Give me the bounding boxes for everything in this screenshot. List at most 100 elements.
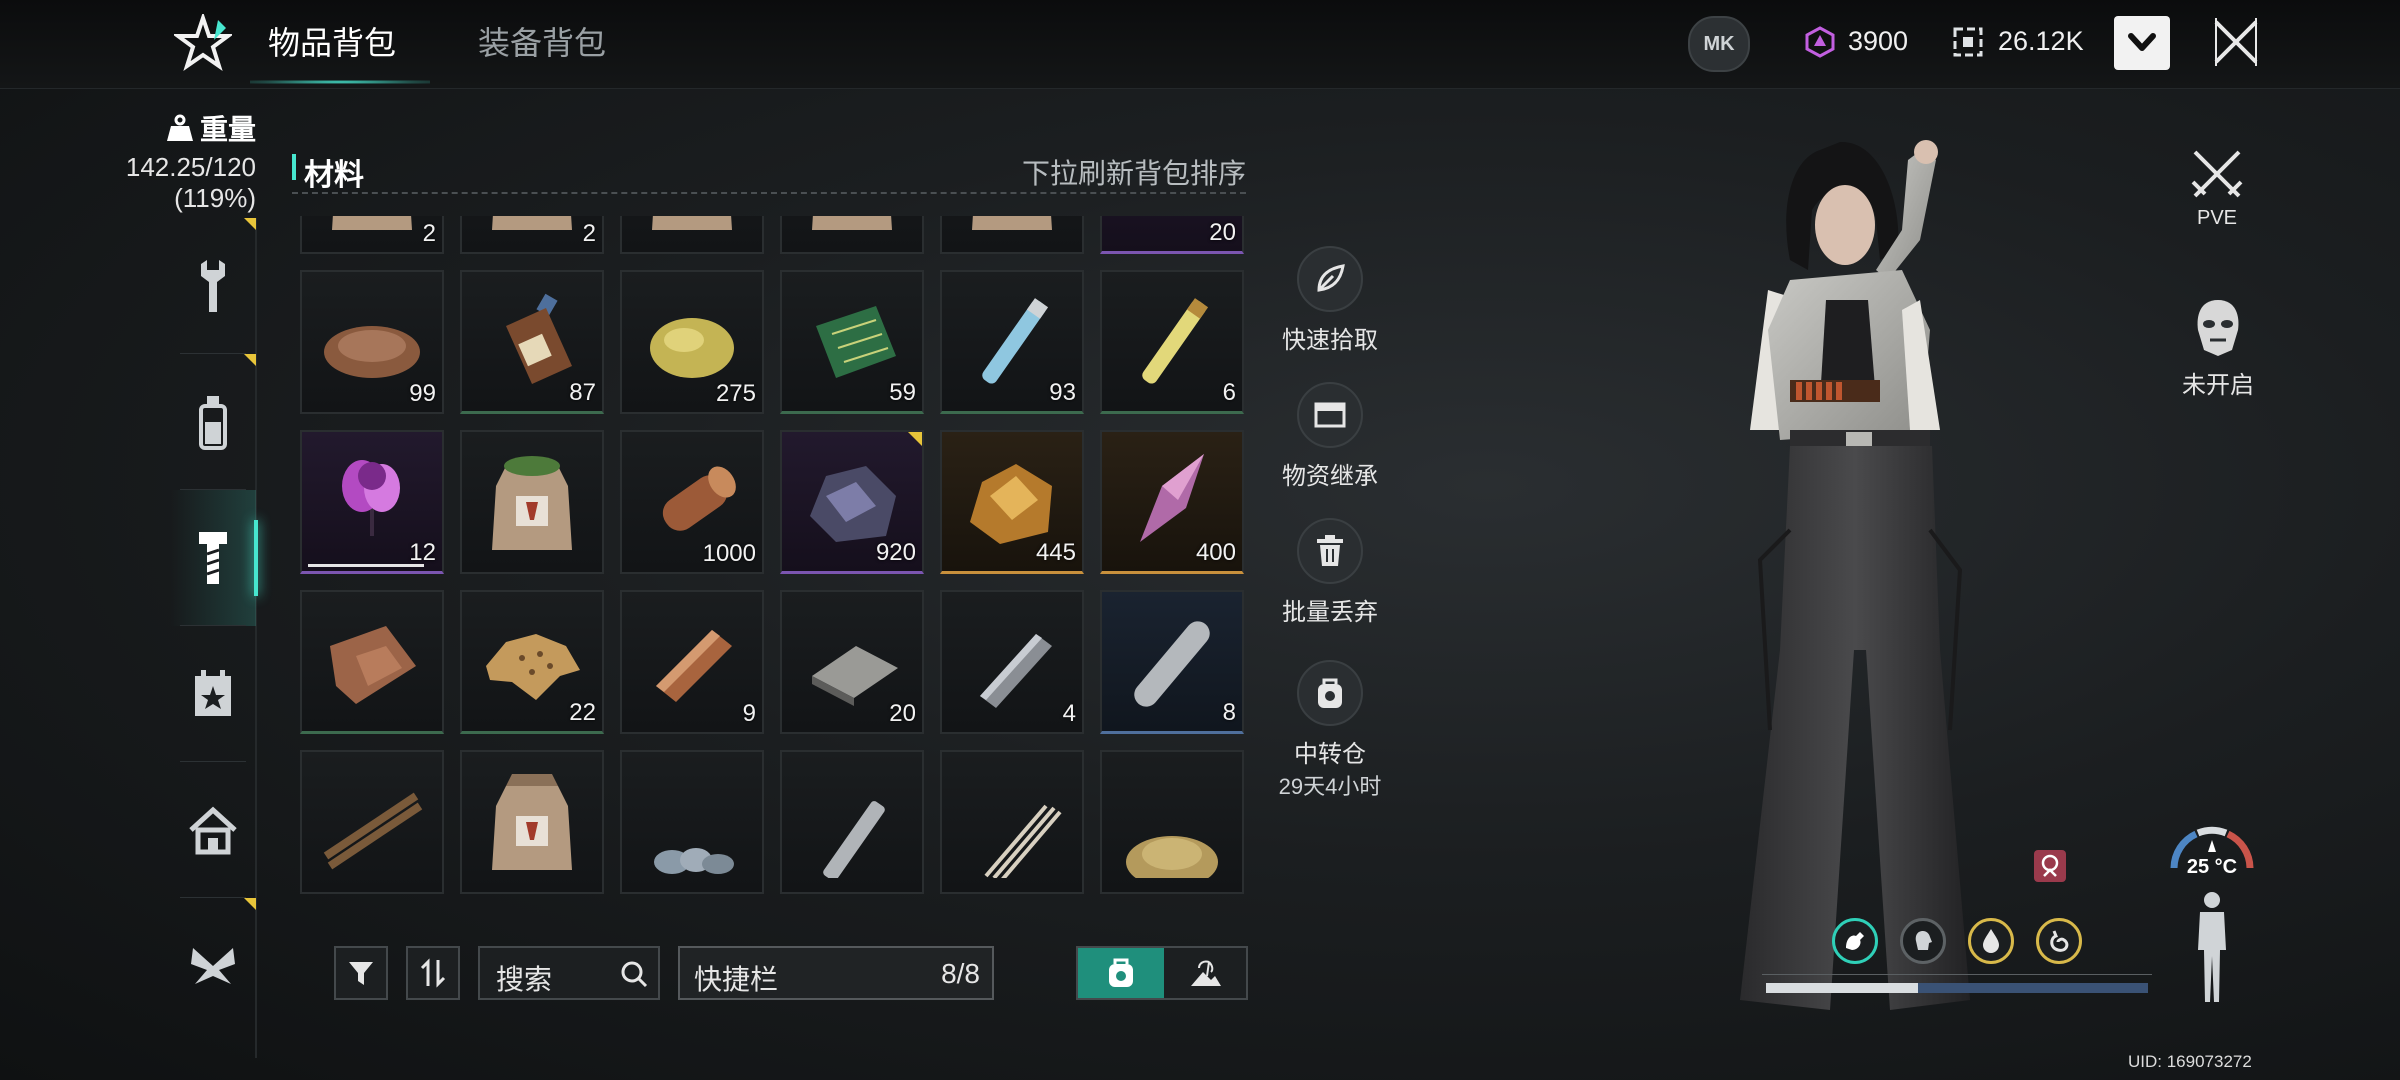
toggle-island[interactable] [1164,948,1248,998]
inventory-slot[interactable] [460,750,604,894]
category-events[interactable] [170,626,256,762]
credit-currency-value: 26.12K [1998,26,2084,56]
inventory-slot[interactable] [940,750,1084,894]
inventory-slot[interactable]: 22 [460,590,604,734]
toggle-backpack[interactable] [1078,948,1164,998]
sort-button[interactable] [406,946,460,1000]
item-count: 93 [1049,379,1076,406]
item-count: 99 [409,380,436,407]
tube-icon [823,801,885,878]
inventory-slot[interactable] [620,216,764,254]
inventory-slot[interactable]: 445 [940,430,1084,574]
inherit-supplies-button[interactable]: 物资继承 [1260,382,1400,491]
thirst-status-icon[interactable] [1968,918,2014,964]
sack-icon [652,216,732,230]
inventory-slot[interactable] [620,750,764,894]
stamina-status-icon[interactable] [1832,918,1878,964]
body-status-icon[interactable] [2192,890,2232,1008]
water-drop-icon [1983,929,1999,953]
transit-time-remaining: 29天4小时 [1278,774,1382,799]
filter-button[interactable] [334,946,388,1000]
section-title: 材料 [304,159,364,192]
search-input[interactable]: 搜索 [478,946,660,1000]
transit-warehouse-button[interactable]: 中转仓 29天4小时 [1260,660,1400,801]
mood-status-icon[interactable] [1900,918,1946,964]
copper-ingot-icon [656,630,732,702]
inventory-slot[interactable] [780,216,924,254]
bulk-discard-button[interactable]: 批量丢弃 [1260,518,1400,627]
inventory-slot[interactable]: 4 [940,590,1084,734]
inventory-slot[interactable]: 6 [1100,270,1244,414]
mask-status-label: 未开启 [2182,372,2254,399]
inventory-slot[interactable]: 8 [1100,590,1244,734]
bulk-discard-label: 批量丢弃 [1282,599,1378,626]
weight-icon [166,114,193,141]
inventory-slot[interactable]: 20 [1100,216,1244,254]
inventory-slot[interactable]: 275 [620,270,764,414]
buff-icon[interactable] [2034,850,2066,882]
inventory-slot[interactable]: 400 [1100,430,1244,574]
inventory-slot[interactable]: 99 [300,270,444,414]
item-count: 275 [715,380,756,407]
category-tools[interactable] [170,218,256,354]
category-consumables[interactable] [170,354,256,490]
temperature-value: 25 °C [2186,856,2238,878]
hunger-status-icon[interactable] [2036,918,2082,964]
inventory-slot[interactable] [940,216,1084,254]
pve-mode-button[interactable]: PVE [2184,148,2250,230]
inventory-slot[interactable]: 20 [780,590,924,734]
inventory-grid[interactable]: 2 2 20 99 87 275 59 93 6 12 1000 920 445 400 22 9 20 4 8 [300,216,1252,898]
tab-equipment-bag[interactable]: 装备背包 [478,20,606,70]
inventory-slot[interactable]: 87 [460,270,604,414]
bag-source-toggle[interactable] [1076,946,1248,1000]
dropdown-button[interactable] [2114,16,2170,70]
inventory-slot[interactable] [460,430,604,574]
sack-icon [812,216,892,230]
wrench-icon [201,260,225,312]
user-id: UID: 169073272 [2128,1052,2252,1071]
weight-value: 142.25/120 [125,152,256,182]
search-icon [621,961,648,988]
inventory-slot[interactable]: 93 [940,270,1084,414]
sack-icon [972,216,1052,230]
category-building[interactable] [170,762,256,898]
island-icon [1191,960,1221,986]
seed-sack-icon [492,456,572,550]
inventory-slot[interactable]: 59 [780,270,924,414]
item-count: 9 [742,700,756,727]
item-count: 8 [1222,699,1236,726]
mask-status-button[interactable]: 未开启 [2170,296,2266,400]
category-faction[interactable] [170,898,256,1034]
status-divider [1762,974,2152,975]
stones-icon [654,848,734,874]
metal-rod-icon [1134,621,1210,707]
inventory-slot[interactable] [300,750,444,894]
backpack-icon [1109,958,1133,987]
inventory-slot[interactable]: 9 [620,590,764,734]
inventory-slot[interactable] [1100,750,1244,894]
inventory-slot[interactable]: 2 [300,216,444,254]
mk-button[interactable]: MK [1688,16,1750,72]
sack-icon [492,216,572,230]
inventory-slot[interactable]: 2 [460,216,604,254]
inventory-slot[interactable]: 920 [780,430,924,574]
bottle-icon [199,396,227,450]
close-icon[interactable] [2208,14,2264,70]
inventory-slot[interactable] [300,590,444,734]
hotbar-button[interactable]: 快捷栏 8/8 [678,946,994,1000]
mask-face-icon [2197,300,2239,356]
category-materials[interactable] [170,490,258,626]
item-count: 87 [569,379,596,406]
chevron-down-icon [2128,33,2156,51]
item-count: 2 [582,220,596,247]
quick-pickup-button[interactable]: 快速拾取 [1260,246,1400,355]
inventory-slot[interactable]: 12 [300,430,444,574]
inventory-slot[interactable]: 1000 [620,430,764,574]
trash-icon [1297,518,1363,584]
inventory-slot[interactable] [780,750,924,894]
bolt-icon [199,532,227,584]
tab-item-bag[interactable]: 物品背包 [268,20,396,70]
stomach-icon [2050,930,2069,952]
inherit-supplies-label: 物资继承 [1282,463,1378,490]
item-count: 22 [569,699,596,726]
